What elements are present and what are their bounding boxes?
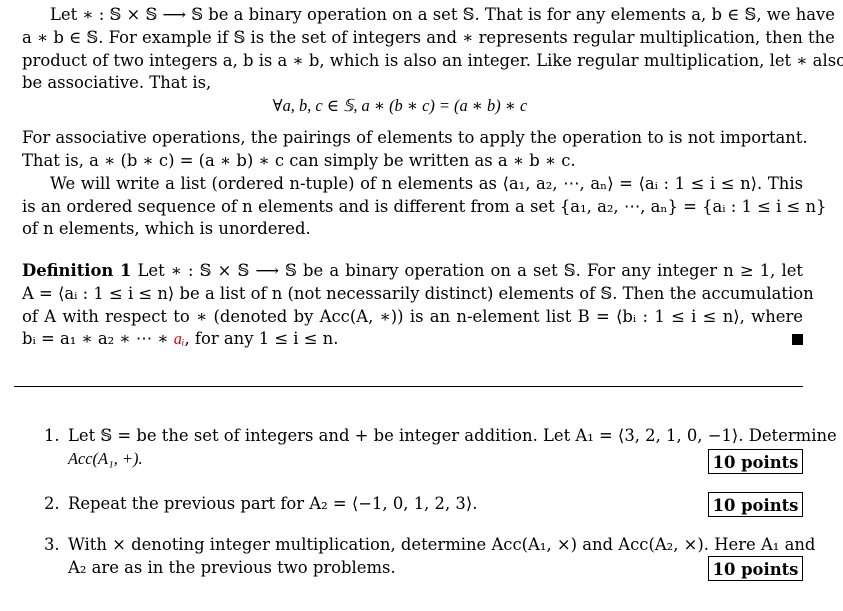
definition-text-1: Let ∗ : 𝕊 × 𝕊 ⟶ 𝕊 be a binary operation …: [137, 261, 803, 280]
intro-line-8: is an ordered sequence of n elements and…: [22, 197, 827, 216]
problem-3-points-box: 10 points: [708, 556, 803, 581]
problem-2-line-1: Repeat the previous part for A₂ = ⟨−1, 0…: [68, 494, 478, 513]
associativity-equation: ∀a, b, c ∈ 𝕊, a ∗ (b ∗ c) = (a ∗ b) ∗ c: [272, 96, 528, 115]
problem-1-points-box: 10 points: [708, 449, 803, 474]
intro-line-5: For associative operations, the pairings…: [22, 128, 808, 147]
intro-line-6: That is, a ∗ (b ∗ c) = (a ∗ b) ∗ c can s…: [22, 151, 576, 170]
intro-line-7: We will write a list (ordered n-tuple) o…: [50, 174, 803, 193]
definition-label: Definition 1: [22, 261, 132, 280]
problem-1-number: 1.: [44, 426, 60, 445]
intro-line-3: product of two integers a, b is a ∗ b, w…: [22, 51, 843, 70]
section-divider: [14, 386, 803, 387]
definition-text-4a: bᵢ = a₁ ∗ a₂ ∗ ⋯ ∗: [22, 329, 174, 348]
definition-line-1: Definition 1 Let ∗ : 𝕊 × 𝕊 ⟶ 𝕊 be a bina…: [22, 260, 803, 282]
intro-line-4: be associative. That is,: [22, 73, 212, 92]
problem-2-number: 2.: [44, 494, 60, 513]
highlighted-ai: aᵢ: [173, 329, 185, 348]
definition-line-2: A = ⟨aᵢ : 1 ≤ i ≤ n⟩ be a list of n (not…: [22, 284, 814, 303]
definition-text-4b: , for any 1 ≤ i ≤ n.: [184, 329, 339, 348]
qed-square-icon: [792, 334, 803, 345]
problem-3-number: 3.: [44, 535, 60, 554]
definition-line-3: of A with respect to ∗ (denoted by Acc(A…: [22, 307, 803, 326]
problem-3-line-2: A₂ are as in the previous two problems.: [68, 558, 396, 577]
problem-1-line-2: Acc(A₁, +).: [68, 449, 143, 468]
problem-1: 1. Let 𝕊 = be the set of integers and + …: [44, 425, 837, 447]
problem-1-cont: Acc(A₁, +).: [44, 448, 804, 470]
intro-line-9: of n elements, which is unordered.: [22, 219, 311, 238]
definition-line-4: bᵢ = a₁ ∗ a₂ ∗ ⋯ ∗ aᵢ, for any 1 ≤ i ≤ n…: [22, 328, 803, 350]
problem-1-line-1: Let 𝕊 = be the set of integers and + be …: [68, 426, 837, 445]
problem-2: 2. Repeat the previous part for A₂ = ⟨−1…: [44, 493, 804, 515]
problem-2-points-box: 10 points: [708, 492, 803, 517]
intro-line-1: Let ∗ : 𝕊 × 𝕊 ⟶ 𝕊 be a binary operation …: [50, 5, 835, 24]
problem-3-line-1: With × denoting integer multiplication, …: [68, 535, 816, 554]
problem-3-cont: A₂ are as in the previous two problems.: [44, 557, 804, 579]
intro-line-2: a ∗ b ∈ 𝕊. For example if 𝕊 is the set o…: [22, 28, 835, 47]
problem-3: 3. With × denoting integer multiplicatio…: [44, 534, 816, 556]
